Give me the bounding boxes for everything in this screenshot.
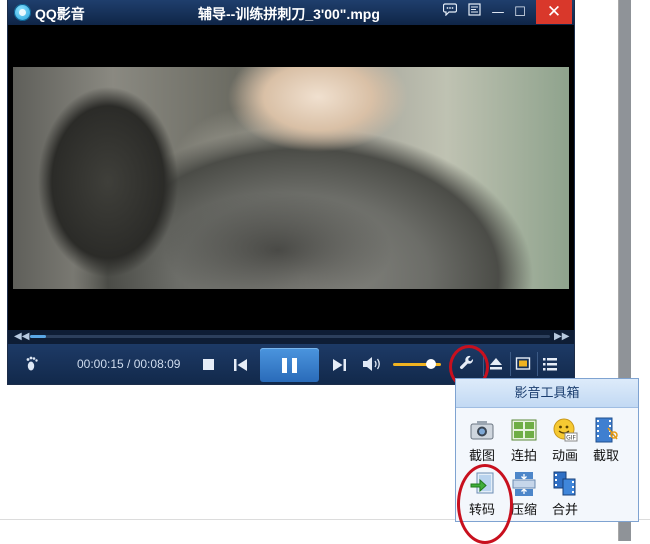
svg-text:GIF: GIF [566, 435, 576, 442]
merge-icon [552, 471, 578, 497]
footprint-icon[interactable] [24, 355, 42, 373]
next-button[interactable] [331, 357, 347, 371]
video-frame [13, 67, 569, 289]
tool-label: 截取 [592, 448, 619, 463]
volume-knob[interactable] [426, 359, 437, 369]
gif-icon: GIF [552, 417, 578, 443]
close-button[interactable]: ✕ [536, 0, 572, 24]
rewind-icon[interactable]: ◀◀ [14, 331, 29, 342]
stop-button[interactable] [203, 359, 214, 370]
player-window: QQ影音 辅导--训练拼刺刀_3'00".mpg — ☐ ✕ ◀◀ ▶▶ 00:… [8, 0, 574, 384]
minimize-button[interactable]: — [488, 3, 508, 22]
forward-icon[interactable]: ▶▶ [554, 331, 569, 342]
tool-label: 合并 [551, 502, 578, 517]
seek-track[interactable] [30, 335, 550, 338]
title-bar: QQ影音 辅导--训练拼刺刀_3'00".mpg — ☐ ✕ [8, 0, 574, 25]
annotation-circle [457, 464, 513, 544]
time-display: 00:00:15 / 00:08:09 [77, 357, 181, 371]
chat-bubble-icon[interactable] [440, 3, 460, 22]
eject-icon[interactable] [488, 356, 504, 372]
previous-button[interactable] [233, 357, 249, 371]
file-title: 辅导--训练拼刺刀_3'00".mpg [198, 6, 380, 22]
app-name: QQ影音 [35, 6, 85, 22]
screen-mode-icon[interactable] [515, 356, 531, 372]
divider [537, 352, 538, 376]
seek-bar[interactable]: ◀◀ ▶▶ [8, 330, 574, 344]
tool-label: 动画 [551, 448, 578, 463]
divider [510, 352, 511, 376]
seek-progress [30, 335, 46, 338]
skin-icon[interactable] [464, 3, 484, 22]
tool-clip[interactable]: 截取 [586, 417, 626, 467]
tool-burst-shot[interactable]: 连拍 [504, 417, 544, 467]
film-cut-icon [593, 417, 619, 443]
volume-icon[interactable] [362, 356, 382, 372]
camera-icon [469, 417, 495, 443]
toolbox-title: 影音工具箱 [456, 379, 638, 408]
video-area[interactable] [8, 25, 574, 330]
pause-icon [282, 358, 287, 373]
tool-merge[interactable]: 合并 [545, 471, 585, 521]
tool-label: 截图 [468, 448, 495, 463]
pause-button[interactable] [260, 348, 319, 382]
playlist-icon[interactable] [542, 356, 558, 372]
maximize-button[interactable]: ☐ [510, 3, 530, 22]
burst-shot-icon [511, 417, 537, 443]
tool-animation[interactable]: GIF 动画 [545, 417, 585, 467]
compress-icon [511, 471, 537, 497]
qq-player-logo-icon [14, 4, 31, 21]
tool-screenshot[interactable]: 截图 [462, 417, 502, 467]
tool-label: 连拍 [510, 448, 537, 463]
